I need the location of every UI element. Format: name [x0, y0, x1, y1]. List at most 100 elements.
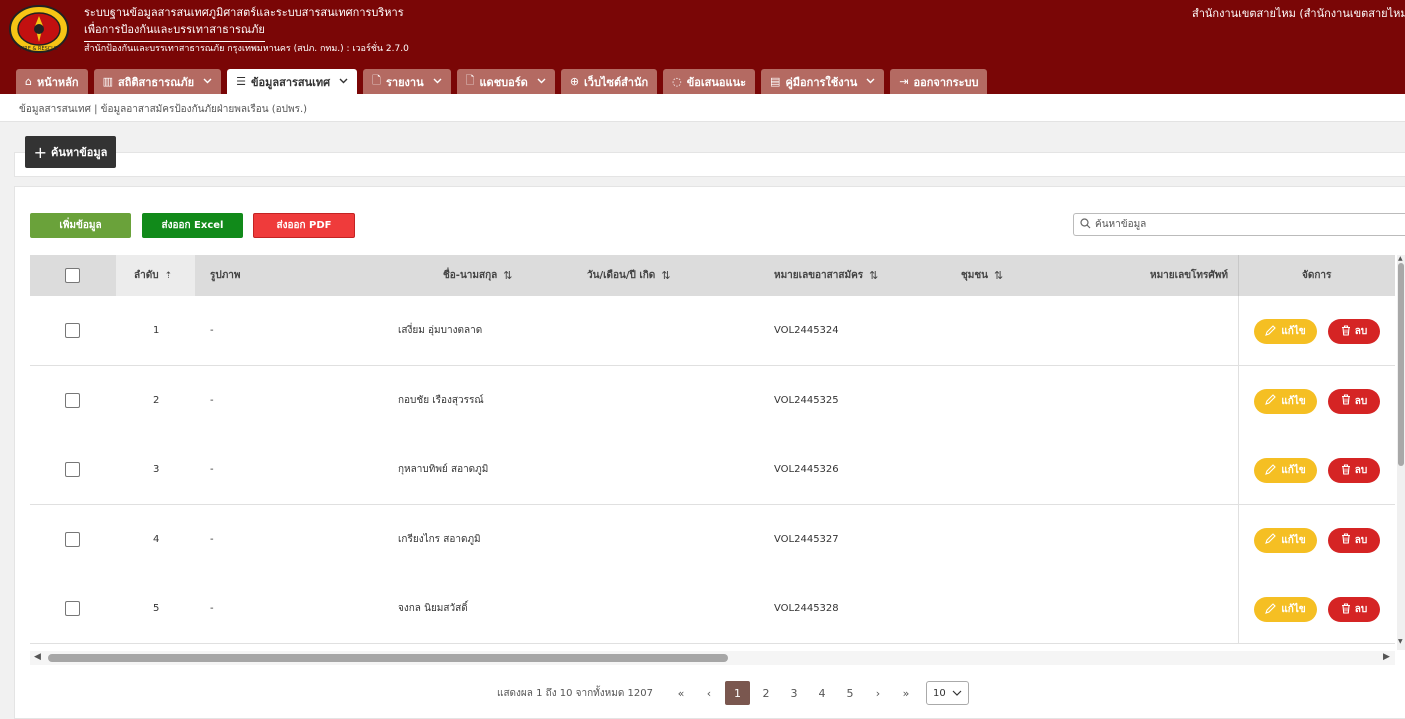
- nav-item-8[interactable]: ⇥ ออกจากระบบ: [890, 69, 988, 94]
- edit-label: แก้ไข: [1281, 534, 1306, 546]
- prev-page-button[interactable]: ‹: [695, 681, 723, 705]
- delete-label: ลบ: [1354, 326, 1368, 337]
- cell-picture: -: [210, 533, 214, 545]
- nav-item-0[interactable]: ⌂ หน้าหลัก: [16, 69, 88, 94]
- edit-button[interactable]: แก้ไข: [1254, 458, 1317, 483]
- page-button-4[interactable]: 4: [808, 681, 836, 705]
- sort-icon: ⇅: [503, 269, 513, 282]
- file-icon: 🗋: [372, 74, 381, 87]
- nav-item-2[interactable]: ☰ ข้อมูลสารสนเทศ: [227, 69, 358, 94]
- vertical-scrollbar[interactable]: ▲ ▼: [1397, 255, 1405, 650]
- header-checkbox-cell: [65, 255, 80, 296]
- th-name[interactable]: ชื่อ-นามสกุล ⇅: [443, 255, 513, 296]
- page-button-5[interactable]: 5: [836, 681, 864, 705]
- delete-label: ลบ: [1354, 604, 1368, 615]
- table-row[interactable]: 5 - จงกล นิยมสวัสดิ์ VOL2445328 แก้ไข ลบ: [30, 574, 1395, 644]
- edit-button[interactable]: แก้ไข: [1254, 388, 1317, 414]
- plus-icon: +: [33, 142, 47, 162]
- th-picture-label: รูปภาพ: [210, 270, 241, 281]
- add-button[interactable]: เพิ่มข้อมูล: [30, 213, 131, 238]
- page-size-value: 10: [932, 687, 946, 699]
- page-button-2[interactable]: 2: [752, 681, 780, 705]
- column-divider: [1238, 365, 1239, 436]
- sort-icon: ⇅: [869, 269, 879, 282]
- page-numbers: 12345: [723, 681, 864, 705]
- bar-chart-icon: ▥: [102, 75, 113, 88]
- table-row[interactable]: 2 - กอบชัย เรืองสุวรรณ์ VOL2445325 แก้ไข ลบ: [30, 365, 1395, 436]
- main-nav: ⌂ หน้าหลัก ▥ สถิติสาธารณภัย ☰ ข้อมูลสารสนเทศ 🗋…: [16, 69, 988, 94]
- nav-item-6[interactable]: ◌ ข้อเสนอแนะ: [663, 69, 756, 94]
- th-birthdate[interactable]: วัน/เดือน/ปี เกิด ⇅: [587, 255, 671, 296]
- edit-label: แก้ไข: [1281, 395, 1306, 407]
- delete-button[interactable]: ลบ: [1328, 527, 1380, 553]
- cell-name: กุหลาบทิพย์ สอาดภูมิ: [398, 464, 489, 475]
- next-page-button[interactable]: ›: [864, 681, 892, 705]
- pagination: แสดงผล 1 ถึง 10 จากทั้งหมด 1207 « ‹ 1234…: [497, 681, 969, 705]
- edit-button[interactable]: แก้ไข: [1254, 527, 1317, 553]
- export-excel-button[interactable]: ส่งออก Excel: [142, 213, 243, 238]
- row-checkbox[interactable]: [65, 531, 80, 547]
- pencil-icon: [1265, 533, 1277, 547]
- table-row[interactable]: 3 - กุหลาบทิพย์ สอาดภูมิ VOL2445326 แก้ไข ลบ: [30, 435, 1395, 505]
- cell-picture: -: [210, 325, 214, 336]
- row-checkbox[interactable]: [65, 392, 80, 408]
- scroll-down-arrow-icon[interactable]: ▼: [1398, 638, 1403, 645]
- th-picture: รูปภาพ: [210, 255, 241, 296]
- nav-item-1[interactable]: ▥ สถิติสาธารณภัย: [93, 69, 222, 94]
- th-community[interactable]: ชุมชน ⇅: [961, 255, 1003, 296]
- th-volunteer-no[interactable]: หมายเลขอาสาสมัคร ⇅: [774, 255, 878, 296]
- page-button-1[interactable]: 1: [724, 681, 750, 705]
- row-checkbox-cell: [65, 435, 80, 504]
- scroll-up-arrow-icon[interactable]: ▲: [1398, 255, 1403, 262]
- nav-item-4[interactable]: 🗋 แดชบอร์ด: [456, 69, 555, 94]
- row-checkbox[interactable]: [65, 601, 80, 616]
- cell-picture: -: [210, 394, 214, 406]
- row-checkbox-cell: [65, 366, 80, 435]
- chevron-down-icon: [866, 77, 875, 87]
- nav-item-5[interactable]: ⊕ เว็บไซต์สำนัก: [560, 69, 658, 94]
- edit-button[interactable]: แก้ไข: [1254, 597, 1317, 622]
- table-search-input[interactable]: [1095, 219, 1385, 230]
- horizontal-scrollbar[interactable]: ◀ ▶: [30, 651, 1395, 665]
- select-all-checkbox[interactable]: [65, 268, 80, 283]
- nav-item-7[interactable]: ▤ คู่มือการใช้งาน: [761, 69, 885, 94]
- home-icon: ⌂: [25, 75, 32, 88]
- file-icon: 🗋: [465, 74, 475, 87]
- export-pdf-button[interactable]: ส่งออก PDF: [253, 213, 355, 238]
- chevron-down-icon: [203, 77, 212, 87]
- nav-item-label: คู่มือการใช้งาน: [785, 75, 858, 89]
- th-phone[interactable]: หมายเลขโทรศัพท์: [1150, 255, 1238, 296]
- edit-button[interactable]: แก้ไข: [1254, 319, 1317, 344]
- search-toggle-button[interactable]: + ค้นหาข้อมูล: [25, 136, 116, 168]
- edit-label: แก้ไข: [1281, 465, 1306, 476]
- nav-item-3[interactable]: 🗋 รายงาน: [363, 69, 451, 94]
- vertical-scroll-thumb[interactable]: [1398, 263, 1404, 466]
- pagination-info: แสดงผล 1 ถึง 10 จากทั้งหมด 1207: [497, 687, 653, 699]
- scroll-right-arrow-icon[interactable]: ▶: [1383, 652, 1390, 662]
- row-checkbox[interactable]: [65, 462, 80, 477]
- page-size-select[interactable]: 10: [925, 681, 969, 705]
- row-checkbox[interactable]: [65, 323, 80, 338]
- table-row[interactable]: 4 - เกรียงไกร สอาดภูมิ VOL2445327 แก้ไข ลบ: [30, 504, 1395, 575]
- first-page-button[interactable]: «: [667, 681, 695, 705]
- user-organization-label[interactable]: สำนักงานเขตสายไหม (สำนักงานเขตสายไหม): [1192, 4, 1405, 22]
- last-page-button[interactable]: »: [892, 681, 920, 705]
- th-index-label: ลำดับ: [134, 270, 159, 281]
- delete-button[interactable]: ลบ: [1328, 597, 1380, 622]
- scroll-left-arrow-icon[interactable]: ◀: [34, 652, 41, 662]
- th-name-label: ชื่อ-นามสกุล: [443, 270, 498, 281]
- th-phone-label: หมายเลขโทรศัพท์: [1150, 270, 1228, 281]
- table-row[interactable]: 1 - เสงี่ยม อุ่มบางตลาด VOL2445324 แก้ไข ลบ: [30, 296, 1395, 366]
- delete-button[interactable]: ลบ: [1328, 319, 1380, 344]
- chevron-down-icon: [433, 77, 442, 87]
- nav-item-label: ข้อเสนอแนะ: [686, 75, 747, 89]
- delete-button[interactable]: ลบ: [1328, 388, 1380, 414]
- chat-icon: ◌: [672, 75, 682, 88]
- table-search: [1073, 213, 1405, 236]
- horizontal-scroll-thumb[interactable]: [48, 654, 728, 662]
- cell-name: กอบชัย เรืองสุวรรณ์: [398, 394, 484, 406]
- page-button-3[interactable]: 3: [780, 681, 808, 705]
- cell-index: 5: [153, 603, 160, 614]
- th-index[interactable]: ลำดับ ⇡: [134, 255, 172, 296]
- delete-button[interactable]: ลบ: [1328, 458, 1380, 483]
